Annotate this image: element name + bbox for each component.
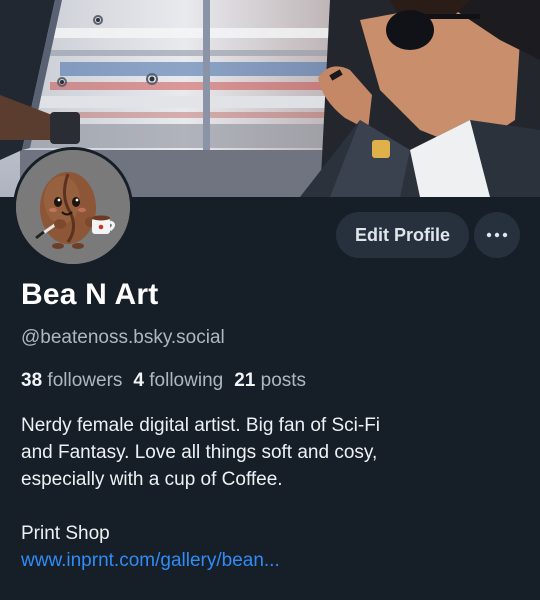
bio-line: and Fantasy. Love all things soft and co… [21,442,378,463]
followers-label: followers [47,370,123,391]
following-link[interactable]: 4 following [133,370,223,391]
profile-stats: 38 followers 4 following 21 posts [21,370,306,392]
edit-profile-button[interactable]: Edit Profile [336,212,469,258]
following-label: following [149,370,224,391]
coffee-bean-character-icon [16,150,130,264]
posts-count: 21 [234,370,256,391]
more-options-button[interactable] [474,212,520,258]
print-shop-label: Print Shop [21,523,110,544]
print-shop-link[interactable]: www.inprnt.com/gallery/bean... [21,547,521,574]
display-name: Bea N Art [21,278,159,311]
avatar[interactable] [13,147,133,267]
profile-page: Edit Profile Bea N Art @beatenoss.bsky.s… [0,0,540,600]
followers-count: 38 [21,370,43,391]
following-count: 4 [133,370,144,391]
posts-label: posts [260,370,307,391]
posts-stat: 21 posts [234,370,306,391]
ellipsis-icon [486,232,508,238]
profile-handle: @beatenoss.bsky.social [21,327,225,348]
profile-bio: Nerdy female digital artist. Big fan of … [21,412,521,574]
followers-link[interactable]: 38 followers [21,370,122,391]
bio-line: especially with a cup of Coffee. [21,469,283,490]
bio-line: Nerdy female digital artist. Big fan of … [21,415,381,436]
